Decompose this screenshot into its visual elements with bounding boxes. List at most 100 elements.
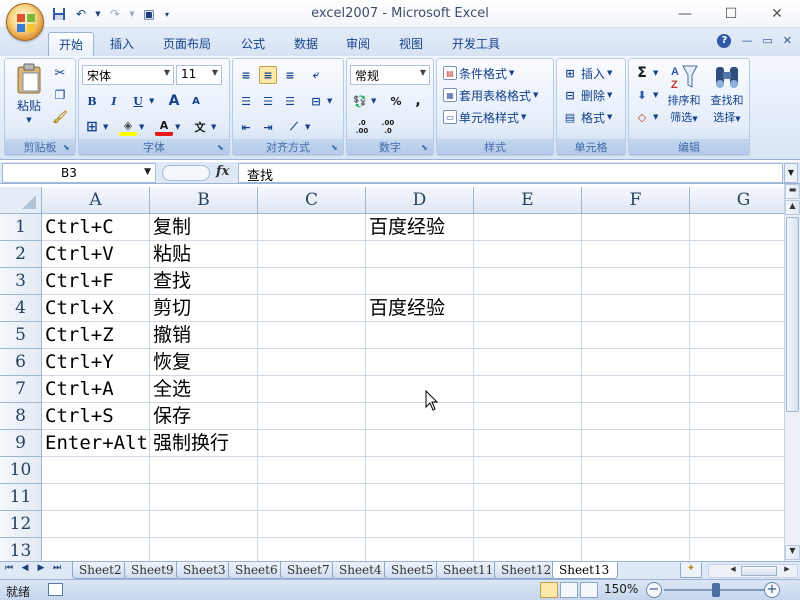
cell-a8[interactable]: Ctrl+S: [42, 403, 150, 430]
decrease-decimal-button[interactable]: .00 .0: [377, 117, 399, 137]
cell-d4[interactable]: 百度经验: [366, 295, 474, 322]
cell-a4[interactable]: Ctrl+X: [42, 295, 150, 322]
cell-a5[interactable]: Ctrl+Z: [42, 322, 150, 349]
cell-a1[interactable]: Ctrl+C: [42, 214, 150, 241]
increase-indent-button[interactable]: ⇥: [259, 117, 277, 137]
cell-g8[interactable]: [690, 403, 784, 430]
cell-a2[interactable]: Ctrl+V: [42, 241, 150, 268]
phonetic-button[interactable]: 文 ▼: [191, 117, 217, 137]
tab-insert[interactable]: 插入: [100, 32, 144, 56]
last-sheet-icon[interactable]: ⏭: [50, 563, 64, 578]
tab-view[interactable]: 视图: [389, 32, 433, 56]
align-right-button[interactable]: ☰: [281, 91, 299, 111]
cell-e1[interactable]: [474, 214, 582, 241]
macro-record-icon[interactable]: [48, 583, 63, 596]
sheet-tab-sheet13[interactable]: Sheet13: [552, 562, 618, 579]
cell-g9[interactable]: [690, 430, 784, 457]
cell-b13[interactable]: [150, 538, 258, 561]
zoom-slider-knob[interactable]: [712, 583, 720, 597]
expand-formula-bar-icon[interactable]: ▼: [784, 163, 798, 183]
row-header-2[interactable]: 2: [0, 241, 42, 268]
merge-center-button[interactable]: ⊟ ▼: [307, 91, 332, 111]
formula-bar-slider[interactable]: [162, 165, 210, 181]
cell-g13[interactable]: [690, 538, 784, 561]
cell-a6[interactable]: Ctrl+Y: [42, 349, 150, 376]
normal-view-icon[interactable]: [540, 582, 558, 598]
cell-a7[interactable]: Ctrl+A: [42, 376, 150, 403]
cell-f11[interactable]: [582, 484, 690, 511]
cell-f10[interactable]: [582, 457, 690, 484]
cell-g10[interactable]: [690, 457, 784, 484]
prev-sheet-icon[interactable]: ◀: [18, 563, 32, 578]
scroll-right-icon[interactable]: ▶: [781, 565, 793, 577]
zoom-out-icon[interactable]: −: [646, 582, 662, 598]
cell-b2[interactable]: 粘贴: [150, 241, 258, 268]
cell-b4[interactable]: 剪切: [150, 295, 258, 322]
cell-e7[interactable]: [474, 376, 582, 403]
cell-b9[interactable]: 强制换行: [150, 430, 258, 457]
tab-data[interactable]: 数据: [284, 32, 328, 56]
delete-cells-button[interactable]: ⊟ 删除 ▼: [561, 85, 612, 105]
cell-c12[interactable]: [258, 511, 366, 538]
cell-g6[interactable]: [690, 349, 784, 376]
number-format-select[interactable]: 常规 ▼: [350, 65, 430, 85]
cell-c10[interactable]: [258, 457, 366, 484]
row-header-12[interactable]: 12: [0, 511, 42, 538]
find-select-button[interactable]: 查找和 选择▼: [707, 63, 747, 133]
bold-button[interactable]: B: [83, 91, 101, 111]
cell-d11[interactable]: [366, 484, 474, 511]
cell-f3[interactable]: [582, 268, 690, 295]
page-layout-view-icon[interactable]: [560, 582, 578, 598]
wrap-text-button[interactable]: ⤶: [307, 65, 325, 85]
cell-f4[interactable]: [582, 295, 690, 322]
cell-g4[interactable]: [690, 295, 784, 322]
office-button[interactable]: [6, 3, 44, 41]
row-header-13[interactable]: 13: [0, 538, 42, 561]
cell-d12[interactable]: [366, 511, 474, 538]
sheet-tab-sheet12[interactable]: Sheet12: [494, 562, 556, 579]
scroll-thumb[interactable]: [786, 217, 799, 412]
cell-e10[interactable]: [474, 457, 582, 484]
sheet-tab-sheet5[interactable]: Sheet5: [384, 562, 440, 579]
zoom-level[interactable]: 150%: [604, 582, 638, 596]
align-bottom-button[interactable]: ≡: [281, 65, 299, 85]
cell-f12[interactable]: [582, 511, 690, 538]
cell-e13[interactable]: [474, 538, 582, 561]
tab-developer[interactable]: 开发工具: [442, 32, 510, 56]
horizontal-scroll-thumb[interactable]: [741, 566, 777, 576]
first-sheet-icon[interactable]: ⏮: [2, 563, 16, 578]
insert-sheet-icon[interactable]: ✦: [680, 563, 702, 578]
cell-e6[interactable]: [474, 349, 582, 376]
cell-c8[interactable]: [258, 403, 366, 430]
alignment-launcher-icon[interactable]: ⬊: [331, 143, 341, 153]
cell-c2[interactable]: [258, 241, 366, 268]
cell-f9[interactable]: [582, 430, 690, 457]
cell-a12[interactable]: [42, 511, 150, 538]
column-header-g[interactable]: G: [690, 187, 784, 214]
tab-home[interactable]: 开始: [48, 32, 95, 56]
cell-c11[interactable]: [258, 484, 366, 511]
cell-g11[interactable]: [690, 484, 784, 511]
row-header-8[interactable]: 8: [0, 403, 42, 430]
paste-button[interactable]: 粘贴 ▼: [11, 63, 47, 133]
row-header-6[interactable]: 6: [0, 349, 42, 376]
decrease-indent-button[interactable]: ⇤: [237, 117, 255, 137]
formula-input[interactable]: 查找: [238, 163, 783, 184]
cell-b1[interactable]: 复制: [150, 214, 258, 241]
cell-f7[interactable]: [582, 376, 690, 403]
font-color-button[interactable]: A ▼: [155, 117, 180, 137]
cell-a11[interactable]: [42, 484, 150, 511]
column-header-c[interactable]: C: [258, 187, 366, 214]
cell-a13[interactable]: [42, 538, 150, 561]
cell-d8[interactable]: [366, 403, 474, 430]
underline-button[interactable]: U ▼: [129, 91, 154, 111]
cell-e9[interactable]: [474, 430, 582, 457]
font-name-select[interactable]: 宋体 ▼: [82, 65, 174, 85]
sheet-tab-sheet9[interactable]: Sheet9: [124, 562, 180, 579]
cell-f2[interactable]: [582, 241, 690, 268]
increase-decimal-button[interactable]: .0 .00: [351, 117, 373, 137]
cell-f6[interactable]: [582, 349, 690, 376]
cell-d1[interactable]: 百度经验: [366, 214, 474, 241]
sheet-tab-sheet6[interactable]: Sheet6: [228, 562, 284, 579]
cell-c1[interactable]: [258, 214, 366, 241]
